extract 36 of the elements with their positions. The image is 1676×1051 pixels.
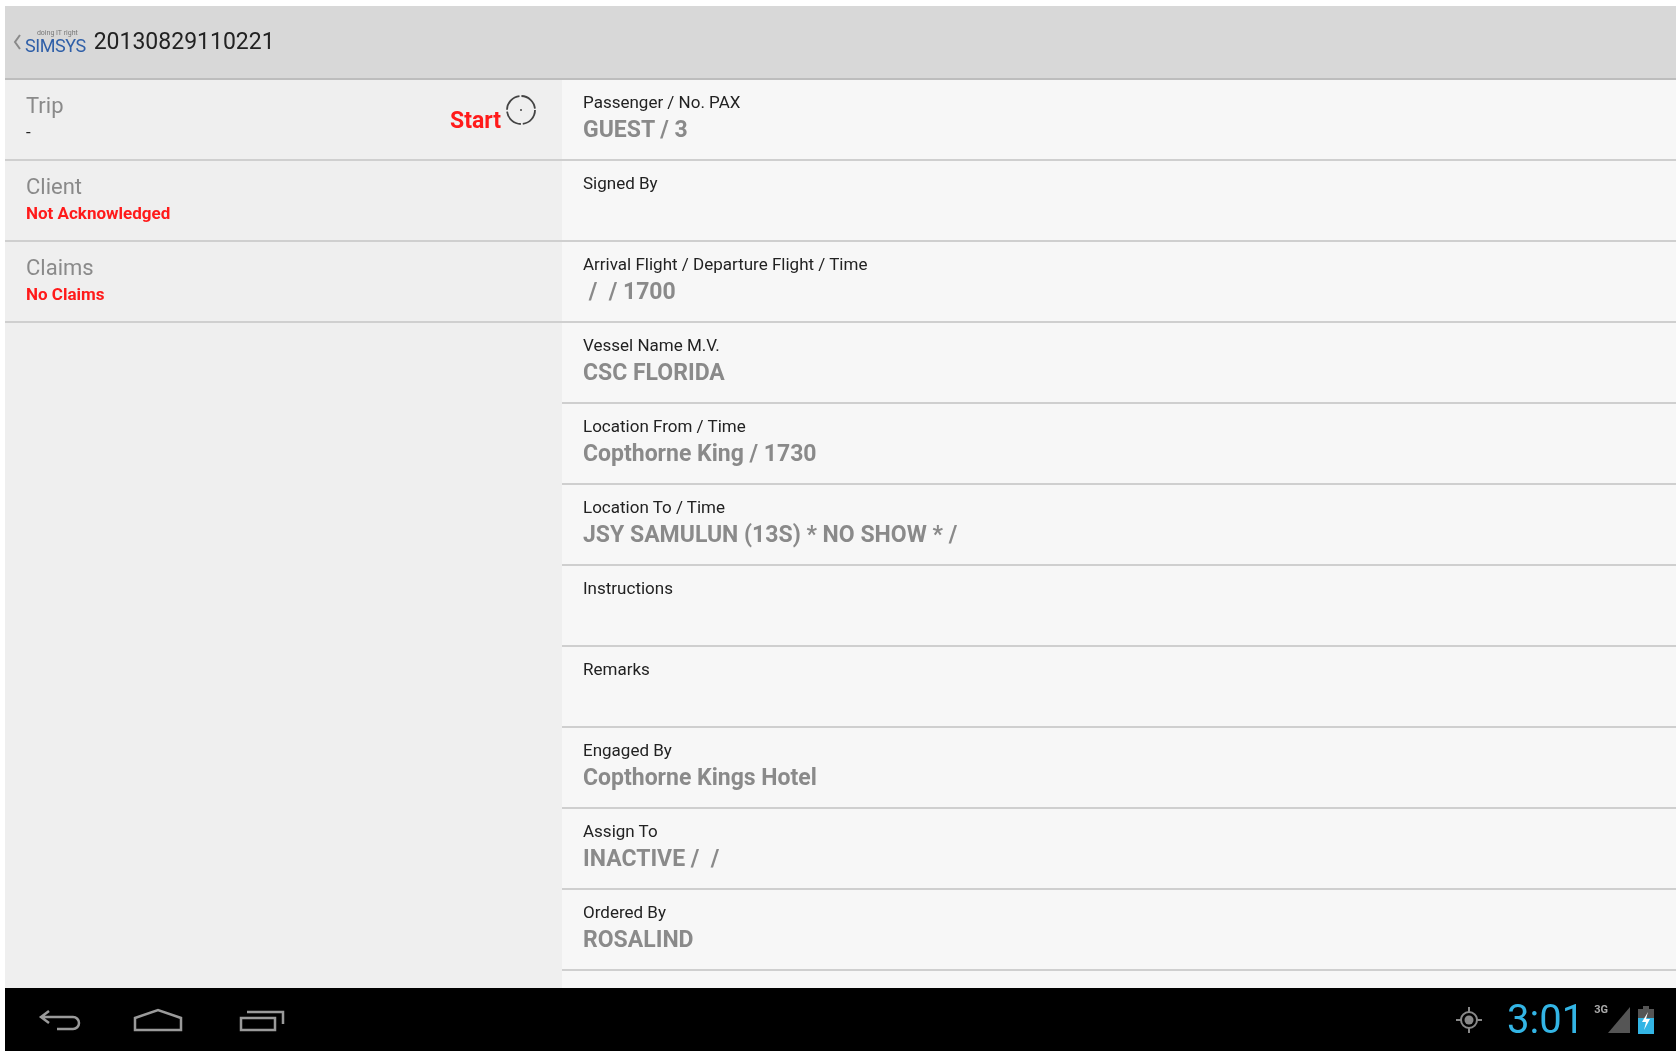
detail-label: Passenger / No. PAX	[583, 91, 742, 114]
detail-value: Copthorne Kings Hotel	[583, 763, 818, 793]
battery-icon	[1638, 1005, 1654, 1034]
detail-label: Signed By	[583, 172, 659, 195]
detail-label: Assign To	[583, 820, 659, 843]
home-icon[interactable]	[133, 1007, 183, 1032]
detail-value: Copthorne King / 1730	[583, 439, 818, 469]
screen-title: 20130829110221	[93, 26, 275, 57]
summary-value: Not Acknowledged	[26, 202, 171, 225]
detail-value: CSC FLORIDA	[583, 358, 726, 388]
detail-value: GUEST / 3	[583, 115, 689, 145]
detail-label: Location From / Time	[583, 415, 747, 438]
clock-icon	[505, 94, 537, 126]
clock-text: 3:01	[1507, 999, 1585, 1040]
detail-value: INACTIVE / /	[583, 844, 721, 874]
summary-title: Claims	[26, 254, 95, 282]
chevron-left-icon	[13, 34, 21, 50]
summary-value: -	[26, 121, 32, 144]
detail-label: Engaged By	[583, 739, 673, 762]
detail-label: Vessel Name M.V.	[583, 334, 721, 357]
detail-value: ROSALIND	[583, 925, 695, 955]
detail-label: Instructions	[583, 577, 674, 600]
detail-label: Ordered By	[583, 901, 667, 924]
signal-icon	[1608, 1006, 1630, 1033]
start-button[interactable]: Start	[449, 94, 537, 159]
location-icon	[1455, 1005, 1484, 1034]
detail-value: JSY SAMULUN (13S) * NO SHOW * /	[583, 520, 959, 550]
summary-title: Trip	[26, 92, 64, 120]
detail-label: Arrival Flight / Departure Flight / Time	[583, 253, 869, 276]
detail-label: Location To / Time	[583, 496, 726, 519]
summary-title: Client	[26, 173, 84, 201]
back-icon[interactable]	[37, 1007, 83, 1032]
summary-value: No Claims	[26, 283, 105, 306]
detail-label: Remarks	[583, 658, 651, 681]
network-type-text: 3G	[1594, 1002, 1608, 1018]
detail-value: / / 1700	[587, 277, 677, 307]
